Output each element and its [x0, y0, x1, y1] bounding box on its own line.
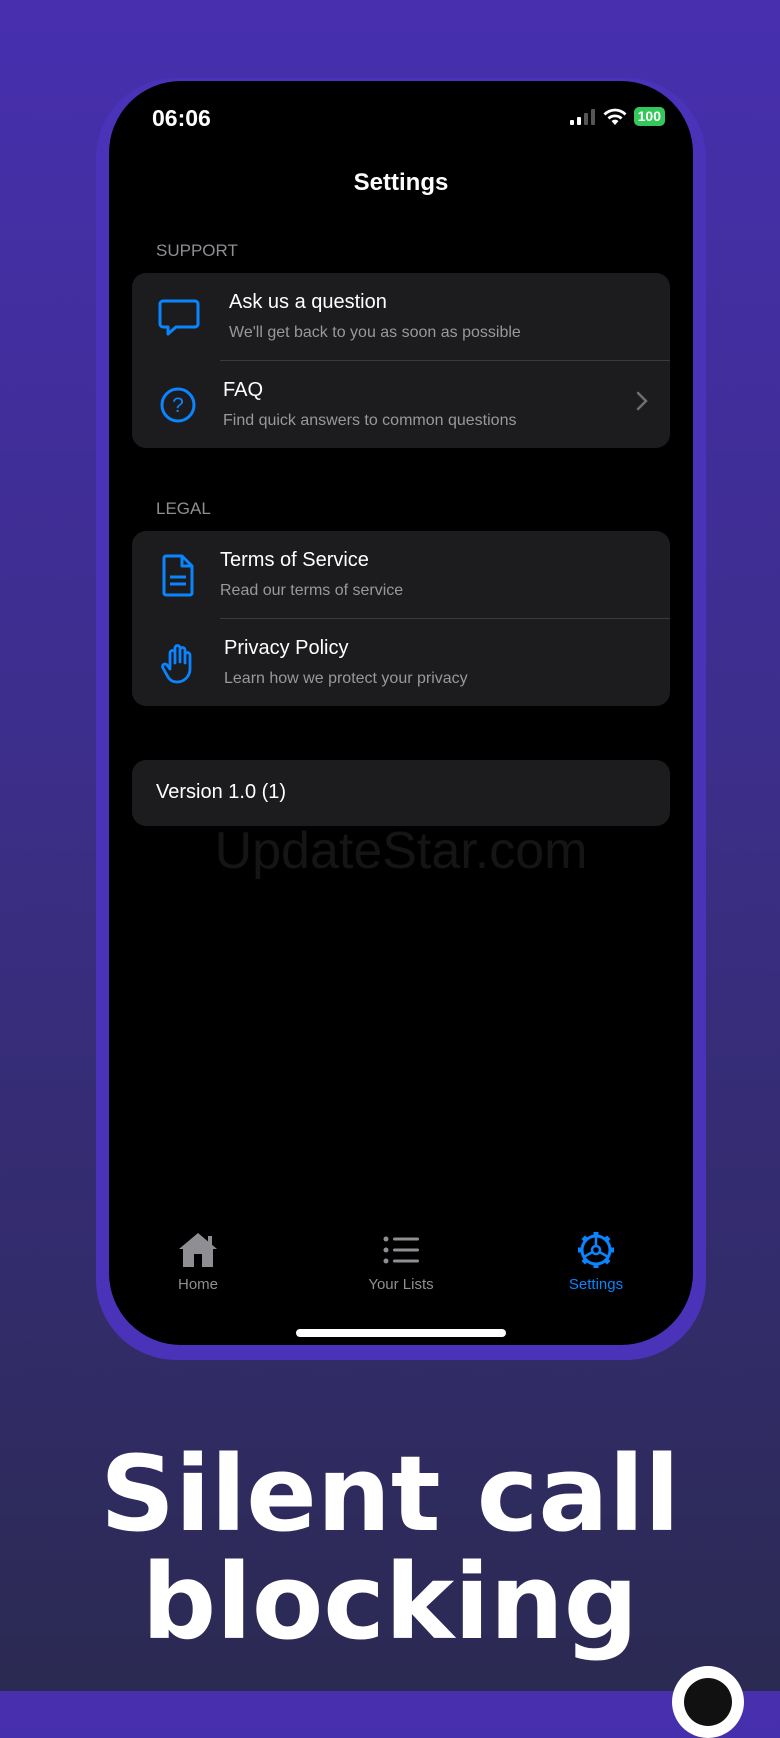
section-label-legal: LEGAL — [156, 499, 211, 518]
chat-bubble-icon — [158, 299, 200, 336]
document-icon — [162, 554, 194, 597]
cellular-signal-icon — [569, 108, 595, 125]
privacy-row[interactable]: Privacy Policy Learn how we protect your… — [132, 619, 670, 706]
wifi-icon — [603, 108, 627, 125]
home-indicator — [296, 1329, 506, 1337]
ask-question-subtitle: We'll get back to you as soon as possibl… — [229, 324, 521, 341]
corner-badge-icon[interactable] — [672, 1666, 744, 1738]
battery-indicator: 100 — [633, 107, 665, 126]
headline-line-2: blocking — [141, 1541, 639, 1663]
headline-line-1: Silent call — [100, 1433, 680, 1555]
tab-your-lists-label: Your Lists — [368, 1276, 434, 1293]
ask-question-row[interactable]: Ask us a question We'll get back to you … — [132, 273, 670, 361]
status-time: 06:06 — [152, 105, 211, 131]
status-indicators: 100 — [569, 107, 665, 126]
watermark: UpdateStar.com — [214, 822, 588, 880]
gear-icon — [578, 1232, 614, 1268]
terms-title: Terms of Service — [220, 549, 369, 571]
privacy-title: Privacy Policy — [224, 637, 349, 659]
tab-home[interactable]: Home — [128, 1231, 268, 1293]
faq-subtitle: Find quick answers to common questions — [223, 412, 517, 429]
terms-row[interactable]: Terms of Service Read our terms of servi… — [132, 531, 670, 619]
ask-question-title: Ask us a question — [229, 291, 387, 313]
svg-text:?: ? — [172, 394, 184, 417]
version-card: Version 1.0 (1) — [132, 760, 670, 826]
page-title: Settings — [353, 169, 449, 196]
corner-badge-inner — [684, 1678, 732, 1726]
house-icon — [179, 1233, 217, 1267]
faq-title: FAQ — [223, 379, 264, 401]
version-label: Version 1.0 (1) — [156, 781, 287, 803]
list-icon — [383, 1236, 419, 1264]
tab-your-lists[interactable]: Your Lists — [331, 1231, 471, 1293]
tab-home-label: Home — [177, 1276, 218, 1293]
support-group: Ask us a question We'll get back to you … — [132, 273, 670, 448]
tab-settings[interactable]: Settings — [526, 1231, 666, 1293]
tab-settings-label: Settings — [568, 1276, 624, 1293]
chevron-right-icon — [636, 391, 648, 411]
privacy-subtitle: Learn how we protect your privacy — [224, 670, 468, 687]
legal-group: Terms of Service Read our terms of servi… — [132, 531, 670, 706]
question-circle-icon: ? — [160, 387, 196, 423]
hand-icon — [161, 644, 192, 684]
section-label-support: SUPPORT — [156, 241, 238, 260]
terms-subtitle: Read our terms of service — [220, 582, 404, 599]
tab-bar: Home Your Lists Settings — [109, 1231, 693, 1311]
marketing-headline: Silent call blocking — [0, 1440, 780, 1656]
phone-screen: 06:06 100 Settings SUPPORT Ask us a ques… — [109, 81, 693, 1345]
faq-row[interactable]: ? FAQ Find quick answers to common quest… — [132, 361, 670, 448]
